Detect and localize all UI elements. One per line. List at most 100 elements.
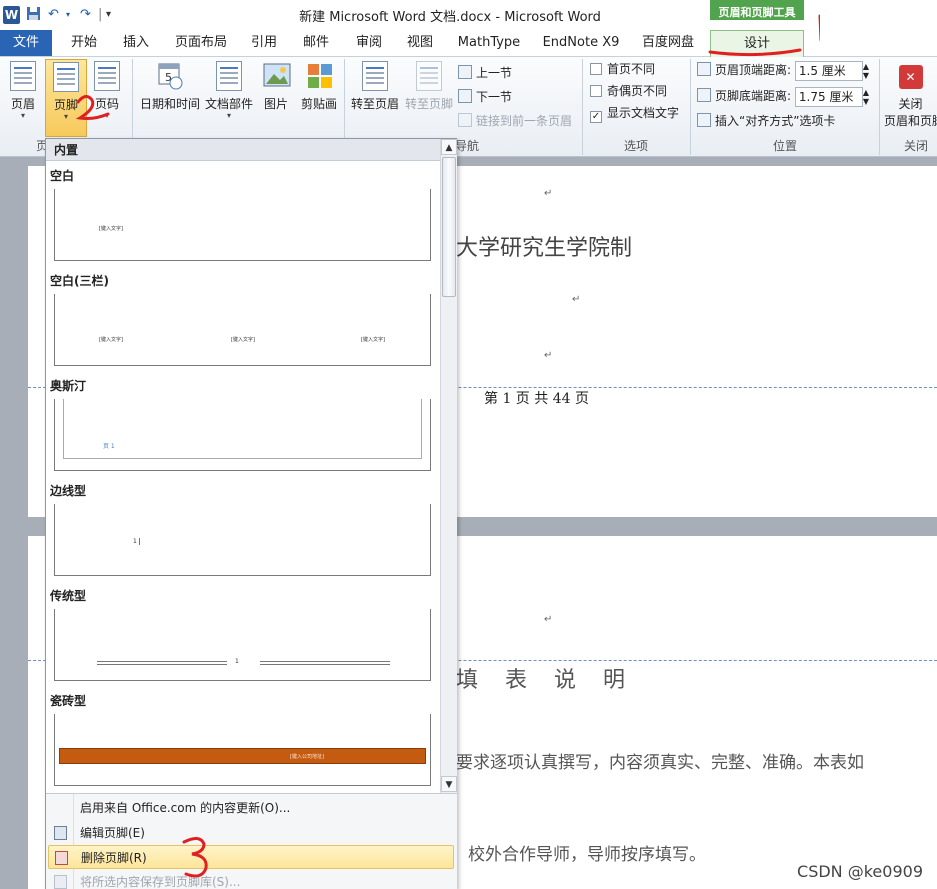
tab-mathtype[interactable]: MathType bbox=[451, 30, 527, 56]
odd-even-different-checkbox[interactable]: 奇偶页不同 bbox=[590, 81, 667, 101]
close-icon: ✕ bbox=[898, 65, 923, 89]
goto-footer-button[interactable]: 转至页脚 bbox=[403, 61, 455, 121]
show-document-text-checkbox[interactable]: ✓ 显示文档文字 bbox=[590, 103, 679, 123]
page-footer-text[interactable]: 第 1 页 共 44 页 bbox=[484, 388, 589, 408]
gallery-item-sideline[interactable]: 1 bbox=[54, 504, 431, 576]
save-to-footer-gallery-item[interactable]: 将所选内容保存到页脚库(S)... bbox=[48, 870, 454, 889]
tab-insert[interactable]: 插入 bbox=[113, 30, 159, 56]
scroll-up-icon[interactable]: ▲ bbox=[441, 139, 457, 155]
date-time-button[interactable]: 5 日期和时间 bbox=[138, 61, 202, 121]
header-top-distance: 页眉顶端距离: 1.5 厘米 ▲ ▼ bbox=[697, 60, 875, 81]
link-previous-button[interactable]: 链接到前一条页眉 bbox=[458, 111, 572, 131]
quick-parts-button[interactable]: 文档部件 ▾ bbox=[204, 61, 254, 127]
gallery-item-tiles[interactable]: [键入公司地址] bbox=[54, 714, 431, 786]
gallery-item-name: 空白(三栏) bbox=[50, 274, 109, 288]
link-icon bbox=[458, 113, 472, 127]
placeholder-text: [键入文字] bbox=[99, 226, 123, 232]
annotation-mark-2 bbox=[75, 95, 110, 120]
footer-bottom-distance: 页脚底端距离: 1.75 厘米 ▲ ▼ bbox=[697, 86, 875, 107]
checkmark-icon: ✓ bbox=[590, 111, 602, 123]
page-number-text: 页 1 bbox=[103, 443, 115, 450]
spin-arrows-icon[interactable]: ▲ ▼ bbox=[863, 88, 875, 106]
tab-layout[interactable]: 页面布局 bbox=[166, 30, 236, 56]
show-text-label: 显示文档文字 bbox=[607, 106, 680, 120]
header-top-input[interactable]: 1.5 厘米 bbox=[794, 60, 863, 81]
undo-icon[interactable]: ↶ bbox=[48, 6, 59, 24]
picture-icon bbox=[263, 61, 291, 91]
scroll-down-icon[interactable]: ▼ bbox=[441, 776, 457, 792]
previous-section-button[interactable]: 上一节 bbox=[458, 63, 512, 83]
date-time-label: 日期和时间 bbox=[139, 97, 200, 111]
group-separator bbox=[879, 59, 880, 155]
remove-footer-item[interactable]: 删除页脚(R) bbox=[48, 845, 454, 869]
group-separator bbox=[690, 59, 691, 155]
checkbox-box bbox=[590, 85, 602, 97]
customize-qat-icon[interactable]: ▾ bbox=[106, 6, 111, 24]
footer-icon bbox=[53, 62, 79, 92]
tab-view[interactable]: 视图 bbox=[399, 30, 441, 56]
gallery-item-name: 边线型 bbox=[50, 484, 87, 498]
quick-parts-icon bbox=[216, 61, 242, 91]
office-com-updates-item[interactable]: 启用来自 Office.com 的内容更新(O)... bbox=[48, 796, 454, 820]
scroll-thumb[interactable] bbox=[442, 157, 456, 297]
clip-art-icon bbox=[306, 61, 332, 91]
tab-review[interactable]: 审阅 bbox=[348, 30, 390, 56]
clip-art-label: 剪贴画 bbox=[300, 97, 337, 111]
close-label: 关闭 bbox=[898, 97, 923, 111]
footer-bottom-label: 页脚底端距离: bbox=[715, 89, 792, 103]
page-number-icon bbox=[94, 61, 120, 91]
first-page-label: 首页不同 bbox=[607, 62, 656, 76]
group-label-position: 位置 bbox=[772, 139, 797, 153]
page1-heading: 大学研究生学院制 bbox=[456, 236, 633, 261]
goto-footer-label: 转至页脚 bbox=[404, 97, 453, 111]
picture-button[interactable]: 图片 bbox=[260, 61, 292, 121]
close-header-footer-button[interactable]: ✕ 关闭 页眉和页脚 bbox=[884, 65, 937, 135]
gallery-item-blank-three-column[interactable]: [键入文字] [键入文字] [键入文字] bbox=[54, 294, 431, 366]
paragraph-mark: ↵ bbox=[544, 188, 553, 199]
annotation-mark-3 bbox=[182, 837, 208, 878]
footer-gallery-dropdown: 内置 ▲ ▼ 空白 [键入文字] 空白(三栏) [键入文字] [键入文字] [键… bbox=[45, 138, 457, 889]
tab-file[interactable]: 文件 bbox=[0, 30, 52, 56]
tab-mailings[interactable]: 邮件 bbox=[295, 30, 337, 56]
edit-footer-icon bbox=[54, 826, 67, 840]
tab-home[interactable]: 开始 bbox=[60, 30, 108, 56]
gallery-scrollbar[interactable]: ▲ ▼ bbox=[440, 139, 457, 793]
window-title: 新建 Microsoft Word 文档.docx - Microsoft Wo… bbox=[299, 10, 601, 25]
previous-section-label: 上一节 bbox=[476, 66, 513, 80]
paragraph-mark: ↵ bbox=[544, 614, 553, 625]
austin-frame bbox=[63, 399, 422, 459]
header-button[interactable]: 页眉 ▾ bbox=[5, 61, 41, 127]
word-app-icon[interactable]: W bbox=[3, 6, 20, 24]
gallery-item-name: 传统型 bbox=[50, 589, 87, 603]
insert-alignment-tab-button[interactable]: 插入“对齐方式”选项卡 bbox=[697, 111, 835, 131]
paragraph-mark: ↵ bbox=[544, 350, 553, 361]
first-page-different-checkbox[interactable]: 首页不同 bbox=[590, 59, 655, 79]
save-gallery-icon bbox=[54, 875, 67, 889]
edit-footer-item[interactable]: 编辑页脚(E) bbox=[48, 821, 454, 845]
paragraph-mark: ↵ bbox=[572, 294, 581, 305]
redo-icon[interactable]: ↷ bbox=[80, 6, 91, 24]
group-label-close: 关闭 bbox=[903, 139, 928, 153]
menu-item-label: 删除页脚(R) bbox=[81, 851, 147, 865]
goto-header-button[interactable]: 转至页眉 bbox=[349, 61, 401, 121]
next-section-icon bbox=[458, 89, 472, 103]
gallery-item-austin[interactable]: 页 1 bbox=[54, 399, 431, 471]
picture-label: 图片 bbox=[263, 97, 288, 111]
tab-baidu[interactable]: 百度网盘 bbox=[636, 30, 700, 56]
gallery-item-blank[interactable]: [键入文字] bbox=[54, 189, 431, 261]
undo-dropdown-icon[interactable]: ▾ bbox=[66, 6, 70, 24]
spin-arrows-icon[interactable]: ▲ ▼ bbox=[863, 62, 875, 80]
gallery-item-traditional[interactable]: 1 bbox=[54, 609, 431, 681]
page2-heading: 填 表 说 明 bbox=[456, 668, 635, 693]
footer-bottom-input[interactable]: 1.75 厘米 bbox=[794, 86, 863, 107]
odd-even-label: 奇偶页不同 bbox=[607, 84, 668, 98]
tab-references[interactable]: 引用 bbox=[243, 30, 285, 56]
alignment-tab-icon bbox=[697, 113, 711, 127]
group-label-options: 选项 bbox=[623, 139, 648, 153]
tab-endnote[interactable]: EndNote X9 bbox=[538, 30, 624, 56]
clip-art-button[interactable]: 剪贴画 bbox=[298, 61, 340, 121]
goto-footer-icon bbox=[416, 61, 442, 91]
next-section-button[interactable]: 下一节 bbox=[458, 87, 512, 107]
chevron-down-icon: ▾ bbox=[20, 111, 25, 120]
save-icon[interactable] bbox=[26, 6, 41, 24]
